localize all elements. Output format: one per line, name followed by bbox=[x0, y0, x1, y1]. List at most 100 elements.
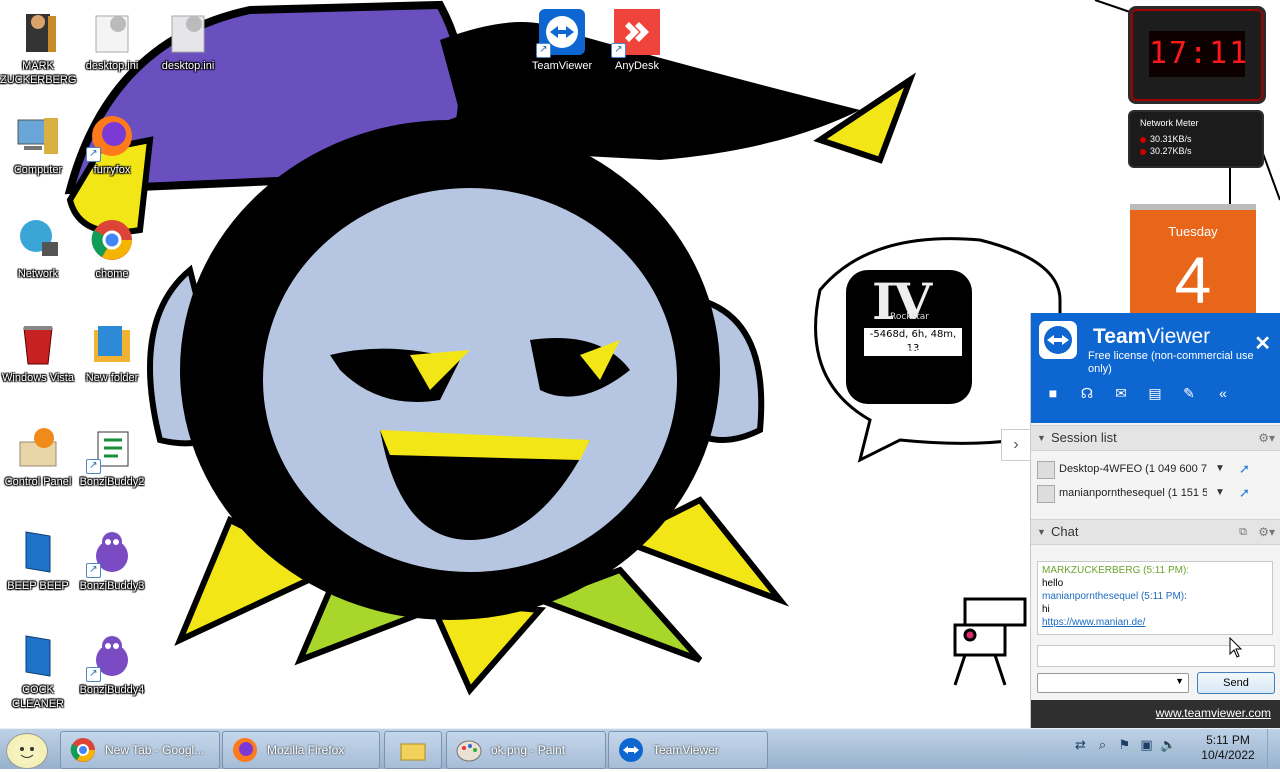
file-transfer-icon[interactable]: ▤ bbox=[1145, 383, 1165, 403]
dropdown-arrow-icon[interactable]: ▼ bbox=[1215, 457, 1225, 481]
network-status-icon bbox=[1140, 137, 1146, 143]
session-list-header[interactable]: ▼ Session list ⚙▾ bbox=[1031, 425, 1280, 451]
desktop-icon-cock-cleaner[interactable]: COCK CLEANER bbox=[0, 632, 76, 711]
desktop-icon-label: desktop.ini bbox=[161, 60, 215, 72]
teamviewer-panel[interactable]: TeamViewer Free license (non-commercial … bbox=[1001, 313, 1280, 728]
chat-title: Chat bbox=[1051, 524, 1079, 539]
desktop-icon-computer[interactable]: Computer bbox=[0, 112, 76, 177]
calendar-day-number: 4 bbox=[1174, 243, 1212, 317]
chrome-icon bbox=[69, 736, 97, 764]
chat-icon[interactable]: ✉ bbox=[1111, 383, 1131, 403]
shortcut-arrow-icon: ↗ bbox=[86, 563, 101, 578]
session-name: Desktop-4WFEO (1 049 600 7! bbox=[1059, 463, 1207, 475]
pointer-icon[interactable]: ➚ bbox=[1239, 457, 1250, 481]
taskbar-button-label: TeamViewer bbox=[653, 743, 719, 757]
taskbar-button-paint[interactable]: ok.png - Paint bbox=[446, 731, 606, 769]
chat-message: hello bbox=[1042, 578, 1064, 589]
action-center-icon[interactable]: ⚑ bbox=[1116, 737, 1133, 754]
desktop-icon-windows-vista[interactable]: Windows Vista bbox=[0, 320, 76, 385]
calendar-gadget[interactable]: Tuesday 4 bbox=[1130, 204, 1256, 320]
calendar-weekday: Tuesday bbox=[1168, 224, 1218, 239]
taskbar-clock-date: 10/4/2022 bbox=[1201, 748, 1255, 762]
media-icon: ↗ bbox=[86, 424, 136, 474]
show-desktop-button[interactable] bbox=[1267, 729, 1280, 769]
chat-sender: manianpornthesequel (5:11 PM): bbox=[1042, 591, 1187, 602]
desktop-icon-label: BonziBuddy2 bbox=[79, 476, 145, 488]
chat-recipient-select[interactable]: ▼ bbox=[1037, 673, 1189, 693]
network-tray-icon[interactable]: ▣ bbox=[1138, 737, 1155, 754]
chat-link[interactable]: https://www.manian.de/ bbox=[1042, 617, 1145, 628]
dropdown-arrow-icon[interactable]: ▼ bbox=[1215, 481, 1225, 505]
taskbar-button-firefox[interactable]: Mozilla Firefox bbox=[222, 731, 380, 769]
chat-header[interactable]: ▼ Chat ⧉ ⚙▾ bbox=[1031, 519, 1280, 545]
volume-icon[interactable]: 🔈 bbox=[1160, 737, 1177, 754]
network-rate-upload: 30.31KB/s bbox=[1150, 134, 1192, 144]
clock-gadget[interactable]: 17:11 bbox=[1128, 6, 1266, 104]
desktop-icon-control-panel[interactable]: Control Panel bbox=[0, 424, 76, 489]
chat-log[interactable]: MARKZUCKERBERG (5:11 PM): hello manianpo… bbox=[1037, 561, 1273, 635]
search-tray-icon[interactable]: ⌕ bbox=[1094, 737, 1111, 754]
firefox-icon bbox=[231, 736, 259, 764]
pointer-icon[interactable]: ➚ bbox=[1239, 481, 1250, 505]
folder-icon bbox=[399, 736, 427, 764]
desktop-icon-label: desktop.ini bbox=[85, 60, 139, 72]
folder-icon bbox=[88, 320, 136, 368]
gta-countdown-gadget[interactable]: IV Rockstar -5468d, 6h, 48m, 13 until re… bbox=[846, 270, 972, 404]
session-row[interactable]: Desktop-4WFEO (1 049 600 7! ▼ ➚ bbox=[1031, 457, 1280, 481]
desktop-icon-new-folder[interactable]: New folder bbox=[74, 320, 150, 385]
network-rate-download: 30.27KB/s bbox=[1150, 146, 1192, 156]
desktop-icon-desktop-ini-2[interactable]: desktop.ini bbox=[150, 8, 226, 73]
taskbar-button-label: Mozilla Firefox bbox=[267, 743, 345, 757]
desktop-icon-bonzibuddy3[interactable]: ↗ BonziBuddy3 bbox=[74, 528, 150, 593]
desktop-icon-desktop-ini-1[interactable]: desktop.ini bbox=[74, 8, 150, 73]
desktop[interactable]: MARK ZUCKERBERG desktop.ini desktop.ini … bbox=[0, 0, 1280, 728]
teamviewer-title-bold: Team bbox=[1093, 325, 1147, 348]
gear-icon[interactable]: ⚙▾ bbox=[1258, 520, 1275, 544]
desktop-icon-bonzibuddy4[interactable]: ↗ BonziBuddy4 bbox=[74, 632, 150, 697]
taskbar-button-teamviewer[interactable]: TeamViewer bbox=[608, 731, 768, 769]
desktop-icon-teamviewer[interactable]: ↗ TeamViewer bbox=[524, 8, 600, 73]
network-icon bbox=[14, 216, 62, 264]
chrome-icon bbox=[88, 216, 136, 264]
desktop-icon-label: furryfox bbox=[93, 164, 131, 176]
desktop-icon-label: BonziBuddy3 bbox=[79, 580, 145, 592]
close-icon[interactable]: ✕ bbox=[1254, 331, 1271, 356]
taskbar-button-explorer[interactable] bbox=[384, 731, 442, 769]
teamviewer-header: TeamViewer Free license (non-commercial … bbox=[1031, 313, 1280, 423]
send-button[interactable]: Send bbox=[1197, 672, 1275, 694]
desktop-icon-anydesk[interactable]: ↗ AnyDesk bbox=[599, 8, 675, 73]
expand-panel-icon[interactable]: › bbox=[1001, 429, 1031, 461]
desktop-icon-network[interactable]: Network bbox=[0, 216, 76, 281]
start-button[interactable] bbox=[6, 733, 48, 769]
tools-icon[interactable]: ✎ bbox=[1179, 383, 1199, 403]
control-panel-icon bbox=[14, 424, 62, 472]
user-avatar-icon bbox=[1037, 485, 1055, 503]
teamviewer-tray-icon[interactable]: ⇄ bbox=[1072, 737, 1089, 754]
network-status-icon bbox=[1140, 149, 1146, 155]
taskbar: New Tab - Googl... Mozilla Firefox ok.pn… bbox=[0, 728, 1280, 769]
desktop-icon-label: BEEP BEEP bbox=[7, 580, 69, 592]
desktop-icon-label: Network bbox=[17, 268, 59, 280]
session-row[interactable]: manianpornthesequel (1 151 5 ▼ ➚ bbox=[1031, 481, 1280, 505]
anydesk-icon: ↗ bbox=[611, 8, 661, 58]
taskbar-button-chrome[interactable]: New Tab - Googl... bbox=[60, 731, 220, 769]
headset-icon[interactable]: ☊ bbox=[1077, 383, 1097, 403]
teamviewer-footer: www.teamviewer.com bbox=[1031, 700, 1280, 728]
bonzi-icon: ↗ bbox=[86, 632, 136, 682]
taskbar-button-label: New Tab - Googl... bbox=[105, 743, 205, 757]
desktop-icon-furryfox[interactable]: ↗ furryfox bbox=[74, 112, 150, 177]
taskbar-clock[interactable]: 5:11 PM 10/4/2022 bbox=[1196, 733, 1260, 763]
network-meter-gadget[interactable]: Network Meter 30.31KB/s 30.27KB/s bbox=[1128, 110, 1264, 168]
gear-icon[interactable]: ⚙▾ bbox=[1258, 426, 1275, 450]
desktop-icon-mark-zuckerberg[interactable]: MARK ZUCKERBERG bbox=[0, 8, 76, 87]
gta-brand: Rockstar bbox=[890, 312, 929, 322]
desktop-icon-beep-beep[interactable]: BEEP BEEP bbox=[0, 528, 76, 593]
video-icon[interactable]: ■ bbox=[1043, 383, 1063, 403]
desktop-icon-bonzibuddy2[interactable]: ↗ BonziBuddy2 bbox=[74, 424, 150, 489]
desktop-icon-chome[interactable]: chome bbox=[74, 216, 150, 281]
shortcut-arrow-icon: ↗ bbox=[86, 459, 101, 474]
teamviewer-icon bbox=[617, 736, 645, 764]
collapse-icon[interactable]: « bbox=[1213, 383, 1233, 403]
popout-icon[interactable]: ⧉ bbox=[1239, 520, 1247, 544]
teamviewer-website-link[interactable]: www.teamviewer.com bbox=[1156, 706, 1271, 720]
